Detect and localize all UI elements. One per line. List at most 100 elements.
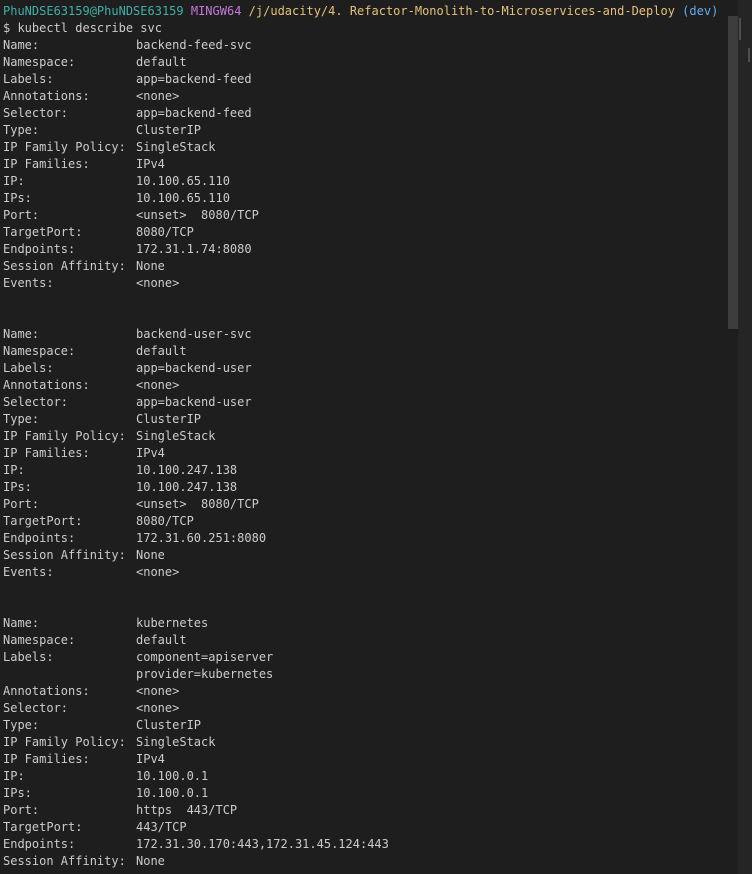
service-field-row: Selector: <none> — [3, 700, 728, 717]
field-key: IP: — [3, 463, 25, 477]
field-key: Type: — [3, 412, 40, 426]
service-field-row: IP Families: IPv4 — [3, 751, 728, 768]
field-key: Session Affinity: — [3, 259, 126, 273]
service-field-row: IP Family Policy: SingleStack — [3, 428, 728, 445]
field-key: Endpoints: — [3, 242, 76, 256]
field-value: provider=kubernetes — [136, 667, 274, 681]
field-value: 443/TCP — [136, 820, 187, 834]
field-value: ClusterIP — [136, 123, 202, 137]
field-key: Annotations: — [3, 684, 90, 698]
field-value: <unset> 8080/TCP — [136, 208, 259, 222]
service-field-row: Selector: app=backend-user — [3, 394, 728, 411]
field-value: default — [136, 344, 187, 358]
service-field-row: Namespace: default — [3, 343, 728, 360]
service-field-row: Port: <unset> 8080/TCP — [3, 496, 728, 513]
overview-ruler — [738, 0, 752, 874]
field-value: SingleStack — [136, 429, 216, 443]
field-value: backend-user-svc — [136, 327, 252, 341]
field-value: SingleStack — [136, 140, 216, 154]
field-key: Namespace: — [3, 633, 76, 647]
field-key: Namespace: — [3, 344, 76, 358]
service-field-row: Labels: app=backend-user — [3, 360, 728, 377]
service-field-row: Labels: component=apiserver — [3, 649, 728, 666]
prompt-user-host: PhuNDSE63159@PhuNDSE63159 — [3, 4, 184, 18]
service-field-row: Annotations: <none> — [3, 683, 728, 700]
field-value: <none> — [136, 684, 180, 698]
field-value: default — [136, 55, 187, 69]
field-key: IP Families: — [3, 446, 90, 460]
field-value: app=backend-feed — [136, 106, 252, 120]
service-field-row: Session Affinity: None — [3, 853, 728, 870]
field-key: Port: — [3, 497, 40, 511]
service-field-row: IP: 10.100.0.1 — [3, 768, 728, 785]
field-key: TargetPort: — [3, 225, 83, 239]
service-field-row: Session Affinity: None — [3, 258, 728, 275]
service-field-row: IP Families: IPv4 — [3, 445, 728, 462]
service-field-row: TargetPort: 8080/TCP — [3, 513, 728, 530]
field-value: <none> — [136, 701, 180, 715]
field-value: <none> — [136, 276, 180, 290]
field-value: 10.100.247.138 — [136, 463, 238, 477]
terminal-window[interactable]: PhuNDSE63159@PhuNDSE63159 MINGW64 /j/uda… — [0, 0, 752, 874]
service-field-row: Port: https 443/TCP — [3, 802, 728, 819]
service-field-row: TargetPort: 443/TCP — [3, 819, 728, 836]
field-value: IPv4 — [136, 752, 165, 766]
field-value: 10.100.65.110 — [136, 174, 230, 188]
field-key: Selector: — [3, 395, 69, 409]
scrollbar-thumb[interactable] — [728, 16, 738, 329]
field-value: 10.100.0.1 — [136, 769, 209, 783]
service-field-row: IPs: 10.100.65.110 — [3, 190, 728, 207]
field-key: Endpoints: — [3, 837, 76, 851]
field-value: backend-feed-svc — [136, 38, 252, 52]
service-field-row: Events: <none> — [3, 275, 728, 292]
field-key: IPs: — [3, 786, 32, 800]
field-value: app=backend-feed — [136, 72, 252, 86]
field-value: IPv4 — [136, 446, 165, 460]
service-field-row: Type: ClusterIP — [3, 717, 728, 734]
field-key: IPs: — [3, 191, 32, 205]
field-value: <none> — [136, 89, 180, 103]
service-field-row: TargetPort: 8080/TCP — [3, 224, 728, 241]
service-field-row: Endpoints: 172.31.60.251:8080 — [3, 530, 728, 547]
field-value: 172.31.1.74:8080 — [136, 242, 252, 256]
field-key: Labels: — [3, 72, 54, 86]
field-value: default — [136, 633, 187, 647]
field-value: ClusterIP — [136, 412, 202, 426]
service-field-row: IP Families: IPv4 — [3, 156, 728, 173]
field-value: SingleStack — [136, 735, 216, 749]
field-value: 8080/TCP — [136, 225, 194, 239]
service-field-row: IP Family Policy: SingleStack — [3, 139, 728, 156]
service-field-row: Session Affinity: None — [3, 547, 728, 564]
service-field-row: Namespace: default — [3, 632, 728, 649]
field-value: None — [136, 259, 165, 273]
field-key: IP Family Policy: — [3, 140, 126, 154]
service-field-row: Type: ClusterIP — [3, 122, 728, 139]
field-value: component=apiserver — [136, 650, 274, 664]
field-key: Name: — [3, 327, 40, 341]
service-field-row: Port: <unset> 8080/TCP — [3, 207, 728, 224]
field-key: TargetPort: — [3, 820, 83, 834]
field-key: Session Affinity: — [3, 548, 126, 562]
field-value: kubernetes — [136, 616, 209, 630]
field-value: IPv4 — [136, 157, 165, 171]
service-field-row: IPs: 10.100.247.138 — [3, 479, 728, 496]
service-field-row: IP: 10.100.247.138 — [3, 462, 728, 479]
prompt-env: MINGW64 — [190, 4, 242, 18]
field-key: Name: — [3, 616, 40, 630]
field-value: <none> — [136, 378, 180, 392]
field-key: IP Families: — [3, 157, 90, 171]
service-field-row: Type: ClusterIP — [3, 411, 728, 428]
prompt-line: PhuNDSE63159@PhuNDSE63159 MINGW64 /j/uda… — [3, 3, 728, 20]
service-field-row: Endpoints: 172.31.1.74:8080 — [3, 241, 728, 258]
prompt-branch: (dev) — [682, 4, 719, 18]
field-key: Annotations: — [3, 89, 90, 103]
service-field-row: IPs: 10.100.0.1 — [3, 785, 728, 802]
field-key: Port: — [3, 803, 40, 817]
field-value: 10.100.247.138 — [136, 480, 238, 494]
field-key: Events: — [3, 565, 54, 579]
field-key: Session Affinity: — [3, 854, 126, 868]
field-value: 172.31.30.170:443,172.31.45.124:443 — [136, 837, 389, 851]
